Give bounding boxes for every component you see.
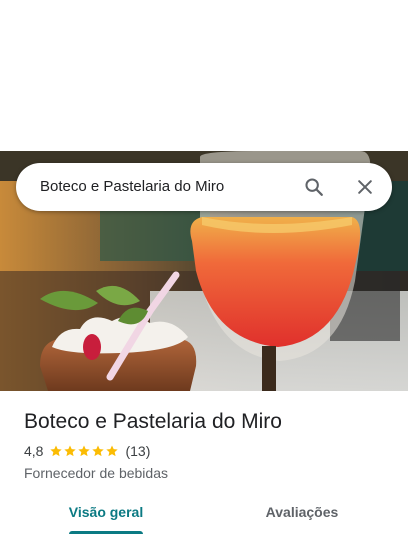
rating-value: 4,8 [24, 443, 44, 459]
rating-row[interactable]: 4,8 (13) [24, 442, 394, 460]
tab-reviews[interactable]: Avaliações [252, 494, 352, 534]
star-icon [78, 445, 91, 457]
place-title: Boteco e Pastelaria do Miro [24, 410, 282, 433]
search-box[interactable]: Boteco e Pastelaria do Miro [16, 163, 392, 211]
star-icon [50, 445, 63, 457]
place-info: Boteco e Pastelaria do Miro 4,8 (13) For… [24, 408, 394, 482]
active-tab-indicator [69, 531, 143, 534]
star-icon [64, 445, 77, 457]
star-icon [106, 445, 119, 457]
close-icon [358, 180, 372, 194]
review-count[interactable]: (13) [125, 443, 150, 459]
search-button[interactable] [300, 173, 328, 201]
tab-bar: Visão geral Avaliações [0, 494, 408, 542]
top-blank-area [0, 0, 408, 151]
search-icon [305, 178, 323, 196]
tab-overview[interactable]: Visão geral [56, 494, 156, 534]
close-button[interactable] [351, 173, 379, 201]
star-icon [92, 445, 105, 457]
star-rating [49, 444, 119, 458]
place-category[interactable]: Fornecedor de bebidas [24, 464, 394, 482]
search-input[interactable]: Boteco e Pastelaria do Miro [40, 163, 224, 211]
